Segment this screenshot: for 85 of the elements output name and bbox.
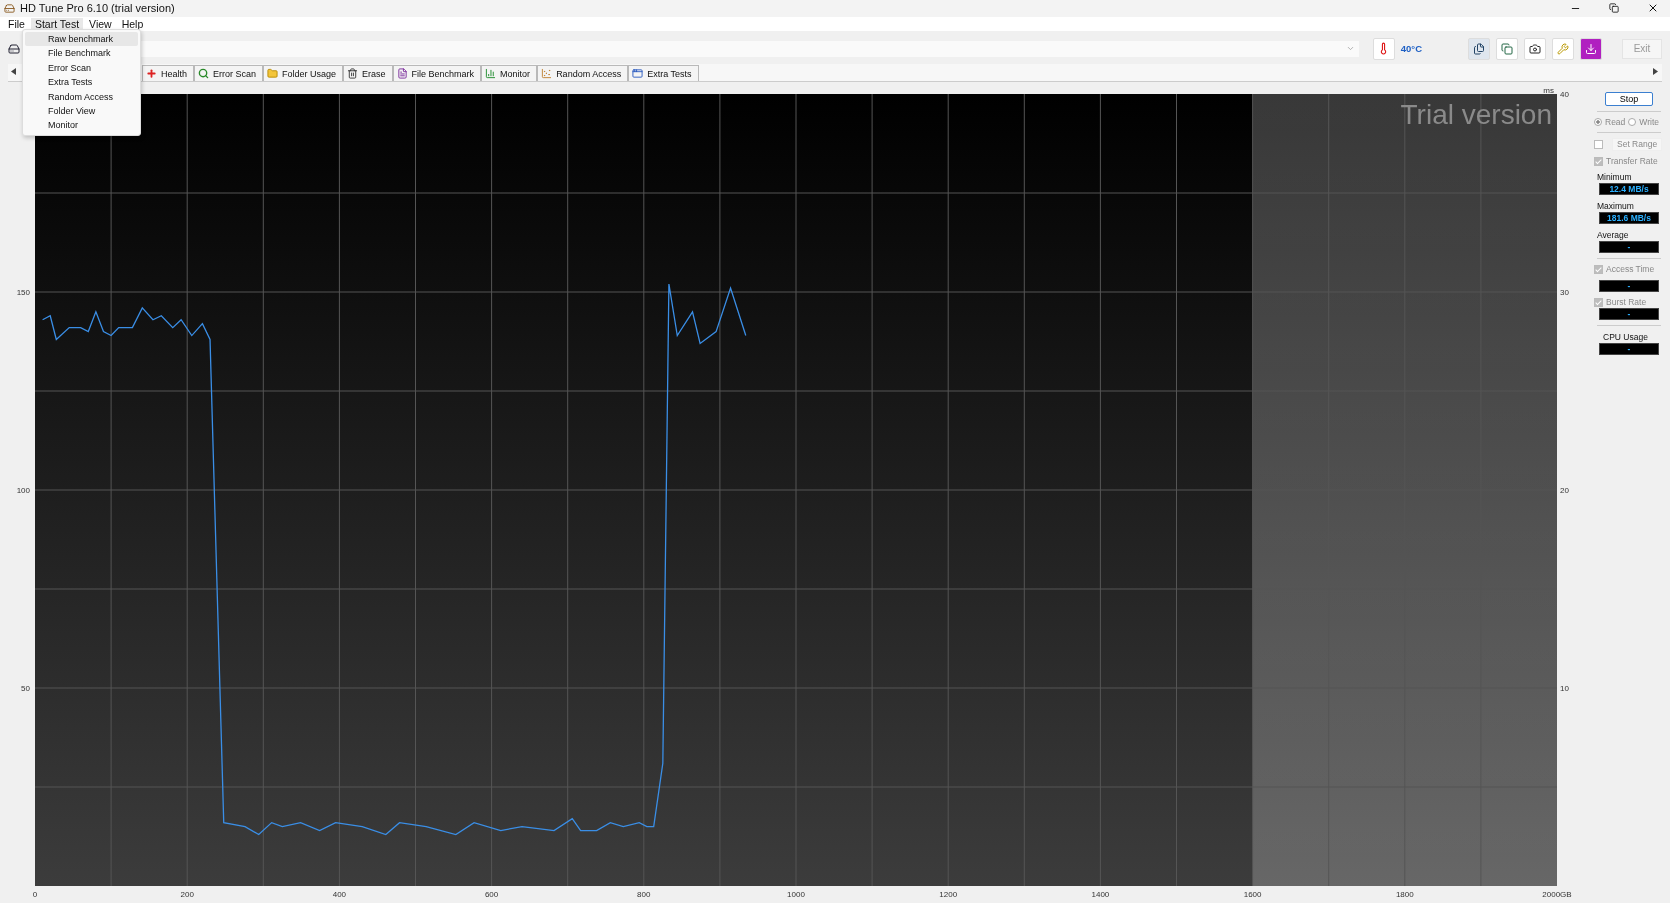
menu-item[interactable]: Extra Tests	[25, 75, 138, 90]
checkbox-label: Transfer Rate	[1606, 156, 1658, 166]
cpu-usage-readout: -	[1599, 343, 1659, 355]
tick-label: 100	[16, 486, 30, 495]
tab[interactable]: Monitor	[481, 65, 538, 81]
average-readout: -	[1599, 241, 1659, 253]
copy-button[interactable]	[1468, 37, 1490, 60]
field-label: Maximum	[1597, 201, 1635, 211]
minimum-readout: 12.4 MB/s	[1599, 183, 1659, 195]
stop-button[interactable]: Stop	[1605, 92, 1653, 106]
tick-label: 30	[1560, 288, 1569, 297]
access-time-readout: -	[1599, 280, 1659, 292]
checkbox[interactable]	[1594, 264, 1603, 274]
radio-button[interactable]	[1594, 118, 1602, 126]
watermark-text: Trial version	[1400, 99, 1552, 130]
set-range-button[interactable]: Set Range	[1612, 138, 1663, 151]
tick-label: 400	[332, 890, 347, 899]
tick-label: 150	[16, 288, 30, 297]
menu-item[interactable]: Monitor	[25, 118, 138, 133]
tick-label: 1000	[787, 890, 805, 899]
maximum-readout: 181.6 MB/s	[1599, 212, 1659, 224]
menu-item[interactable]: Help	[117, 17, 148, 32]
tick-label: 1200	[939, 890, 958, 899]
search-icon	[198, 68, 209, 79]
camera-icon	[1529, 42, 1541, 55]
field-label: CPU Usage	[1602, 332, 1649, 342]
cross-icon	[146, 68, 157, 79]
screenshot-button[interactable]	[1524, 37, 1546, 60]
copy-icon	[1501, 42, 1513, 55]
wrench-icon	[1557, 42, 1569, 55]
tick-label: 2000GB	[1542, 890, 1572, 899]
checkbox-label: Burst Rate	[1606, 297, 1647, 307]
trash-icon	[347, 68, 359, 79]
menu-item[interactable]: View	[85, 17, 116, 32]
tick-label: 600	[484, 890, 499, 899]
tick-label: 0	[32, 890, 38, 899]
radio-button[interactable]	[1628, 118, 1637, 126]
scroll-right-icon[interactable]	[1653, 68, 1658, 76]
temperature-button[interactable]	[1372, 37, 1395, 60]
tick-label: 200	[180, 890, 194, 899]
download-icon	[1585, 42, 1597, 55]
menu-item[interactable]: File Benchmark	[25, 46, 138, 61]
tick-label: 10	[1560, 684, 1569, 693]
file-icon	[396, 68, 408, 79]
tick-label: 50	[21, 684, 30, 693]
app-icon	[4, 2, 15, 14]
menu-item[interactable]: Random Access	[25, 89, 138, 104]
folder-icon	[267, 68, 279, 79]
tab[interactable]: Erase	[343, 65, 393, 81]
bar-chart-icon	[485, 68, 497, 79]
window-icon	[632, 68, 644, 79]
checkbox-label: Access Time	[1606, 264, 1655, 274]
menu-item[interactable]: File	[4, 17, 29, 32]
burst-rate-readout: -	[1599, 308, 1659, 320]
tick-label: 1400	[1091, 890, 1110, 899]
menu-item[interactable]: Error Scan	[25, 60, 138, 76]
checkbox[interactable]	[1594, 156, 1603, 166]
tab[interactable]: Extra Tests	[628, 65, 699, 81]
tick-label: 1600	[1243, 890, 1262, 899]
menu-item[interactable]: Raw benchmark	[25, 32, 138, 47]
files-icon	[1473, 42, 1485, 55]
checkbox[interactable]	[1594, 297, 1603, 307]
tab[interactable]: Health	[142, 65, 194, 81]
field-label: Average	[1597, 230, 1630, 240]
radio-label: Read	[1605, 117, 1626, 127]
window-title: HD Tune Pro 6.10 (trial version)	[20, 2, 176, 15]
drive-icon[interactable]	[8, 42, 20, 55]
temperature-reading: 40°C	[1400, 43, 1422, 55]
tick-label: 20	[1560, 486, 1569, 495]
save-button[interactable]	[1580, 37, 1602, 60]
tab[interactable]: Error Scan	[194, 65, 264, 81]
radio-label: Write	[1639, 117, 1659, 127]
tick-label: 40	[1560, 90, 1569, 99]
field-label: Minimum	[1597, 172, 1633, 182]
tick-label: 1800	[1395, 890, 1414, 899]
tab[interactable]: Folder Usage	[263, 65, 344, 81]
scroll-left-icon[interactable]	[11, 68, 16, 76]
menu-item[interactable]: Folder View	[25, 103, 138, 119]
tab[interactable]: File Benchmark	[392, 65, 482, 81]
tick-label: 800	[637, 890, 651, 899]
checkbox[interactable]	[1594, 140, 1603, 149]
restore-icon[interactable]	[1609, 3, 1619, 14]
scatter-chart-icon	[541, 68, 553, 79]
tab[interactable]: Random Access	[537, 65, 629, 81]
unit-label: ms	[1543, 86, 1554, 95]
